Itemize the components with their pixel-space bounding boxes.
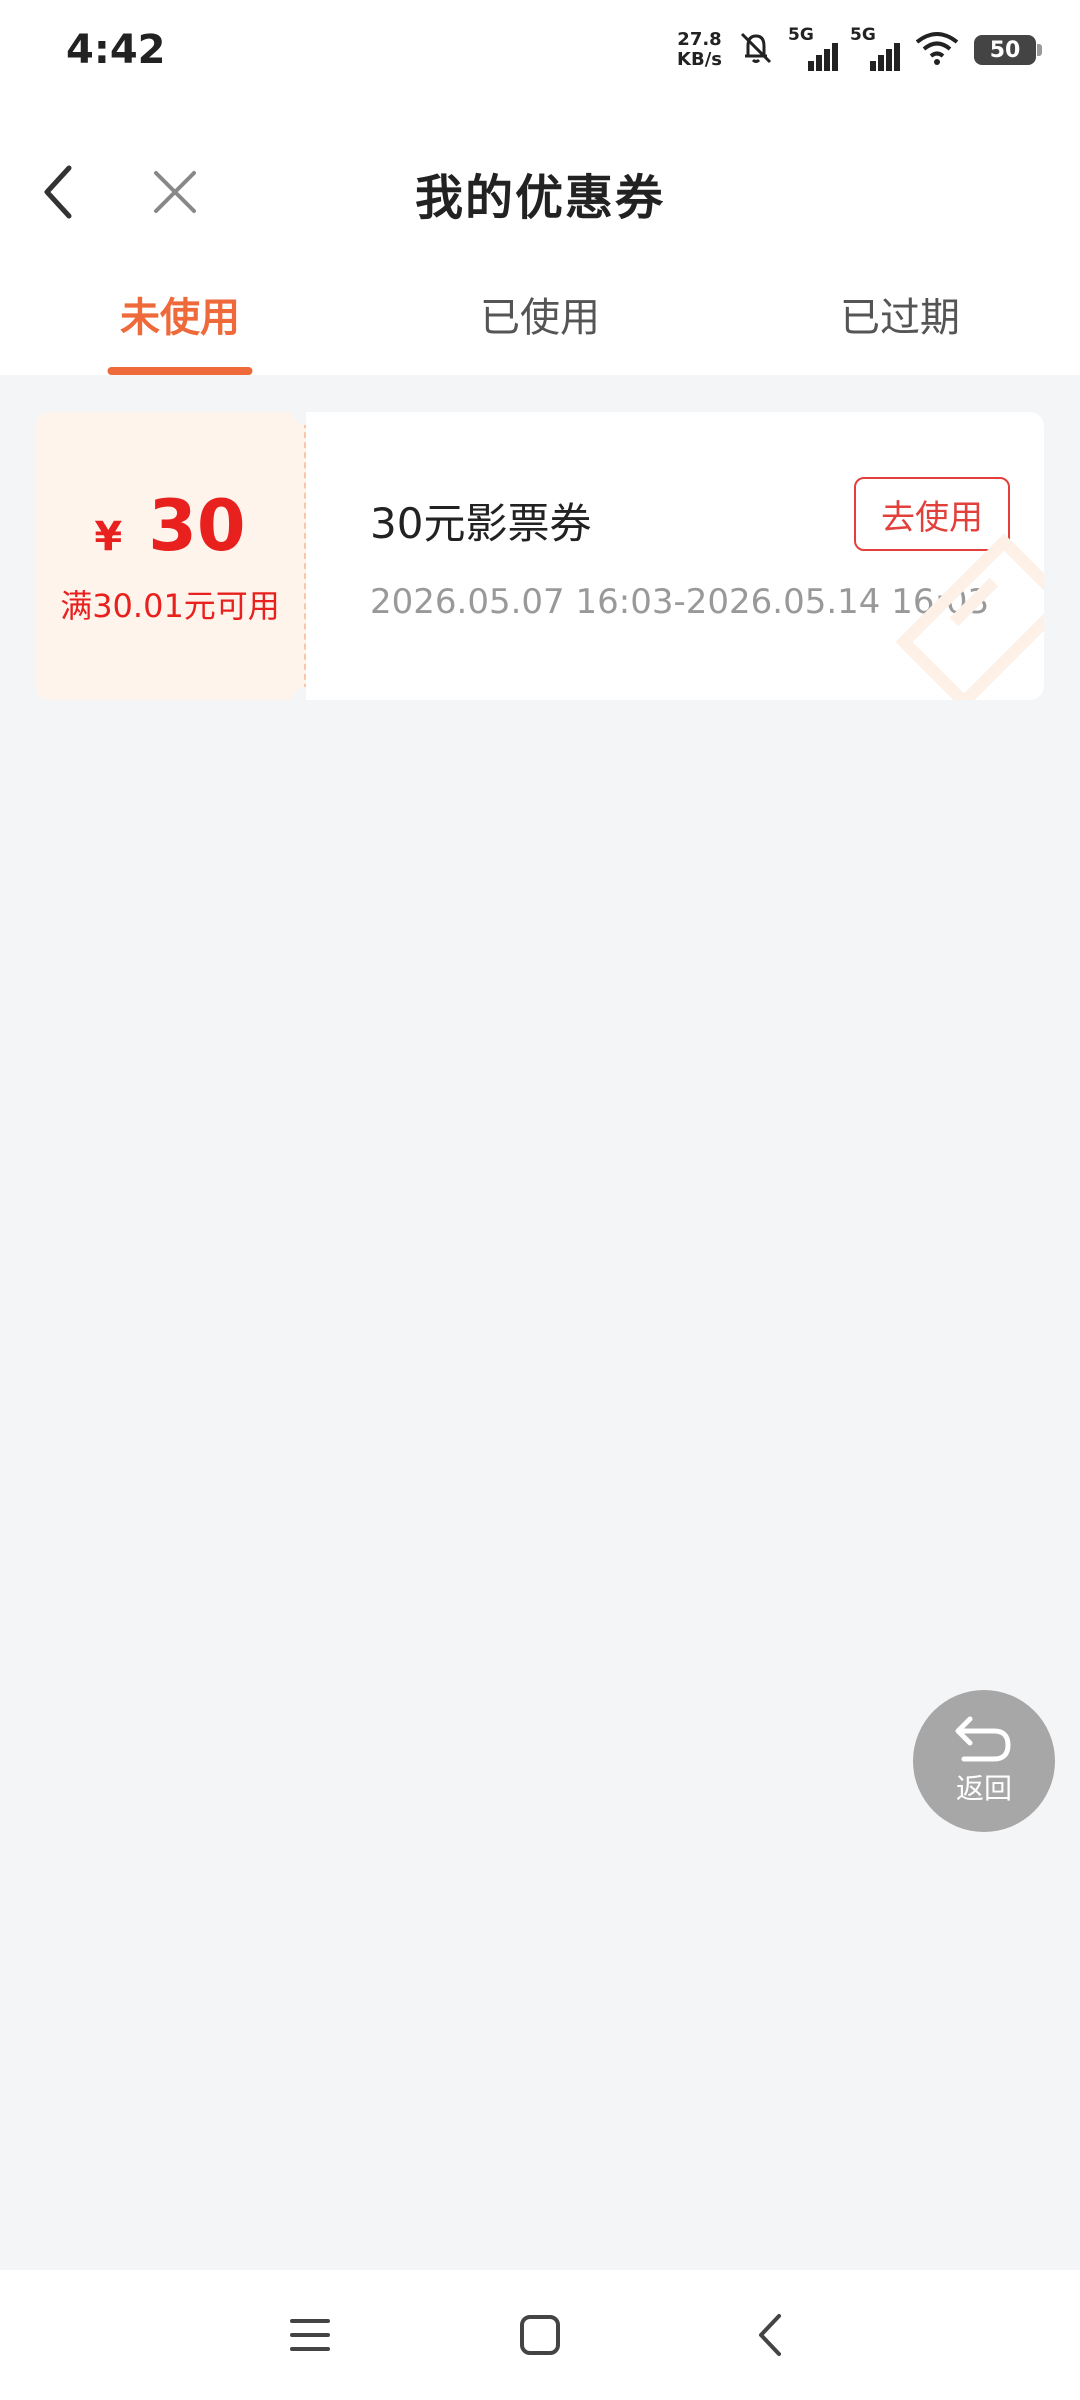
tab-used[interactable]: 已使用 — [360, 275, 720, 375]
nav-back-button[interactable] — [740, 2305, 800, 2365]
net-speed-value: 27.8 — [677, 29, 722, 50]
coupon-card: ¥ 30 满30.01元可用 30元影票券 2026.05.07 16:03-2… — [36, 399, 1044, 713]
floating-return-button[interactable]: 返回 — [913, 1690, 1055, 1832]
battery-icon: 50 — [974, 35, 1042, 65]
tab-expired[interactable]: 已过期 — [720, 275, 1080, 375]
menu-icon — [290, 2319, 330, 2351]
coupon-condition: 满30.01元可用 — [60, 587, 280, 625]
home-square-icon — [520, 2315, 560, 2355]
signal-1-label: 5G — [788, 25, 814, 45]
signal-5g-2-icon: 5G — [850, 25, 900, 71]
chevron-left-icon — [759, 2314, 781, 2356]
status-bar: 4:42 27.8 KB/s 5G 5G 50 — [0, 0, 1080, 100]
coupon-info-panel: 30元影票券 2026.05.07 16:03-2026.05.14 16:03… — [306, 412, 1044, 700]
tab-unused[interactable]: 未使用 — [0, 275, 360, 375]
nav-home-button[interactable] — [510, 2305, 570, 2365]
currency-symbol: ¥ — [94, 514, 123, 560]
coupon-amount-row: ¥ 30 — [94, 485, 245, 567]
signal-5g-1-icon: 5G — [788, 25, 838, 71]
coupon-amount: 30 — [148, 485, 246, 567]
net-speed-unit: KB/s — [677, 49, 722, 70]
page-title: 我的优惠券 — [414, 170, 665, 226]
battery-level: 50 — [989, 37, 1021, 63]
coupon-value-panel: ¥ 30 满30.01元可用 — [36, 399, 318, 713]
wifi-icon — [914, 30, 960, 70]
status-time: 4:42 — [66, 27, 166, 73]
status-icons: 27.8 KB/s 5G 5G 50 — [677, 25, 1042, 72]
ticket-watermark-icon — [895, 533, 1044, 700]
header: 我的优惠券 — [0, 100, 1080, 275]
nav-menu-button[interactable] — [280, 2305, 340, 2365]
coupon-tabs: 未使用 已使用 已过期 — [0, 275, 1080, 375]
signal-2-label: 5G — [850, 25, 876, 45]
floating-return-label: 返回 — [955, 1772, 1012, 1805]
system-nav-bar — [0, 2270, 1080, 2400]
network-speed: 27.8 KB/s — [677, 30, 722, 70]
return-arrow-icon — [955, 1716, 1011, 1762]
mute-notification-icon — [736, 28, 776, 72]
coupon-name: 30元影票券 — [370, 499, 592, 548]
